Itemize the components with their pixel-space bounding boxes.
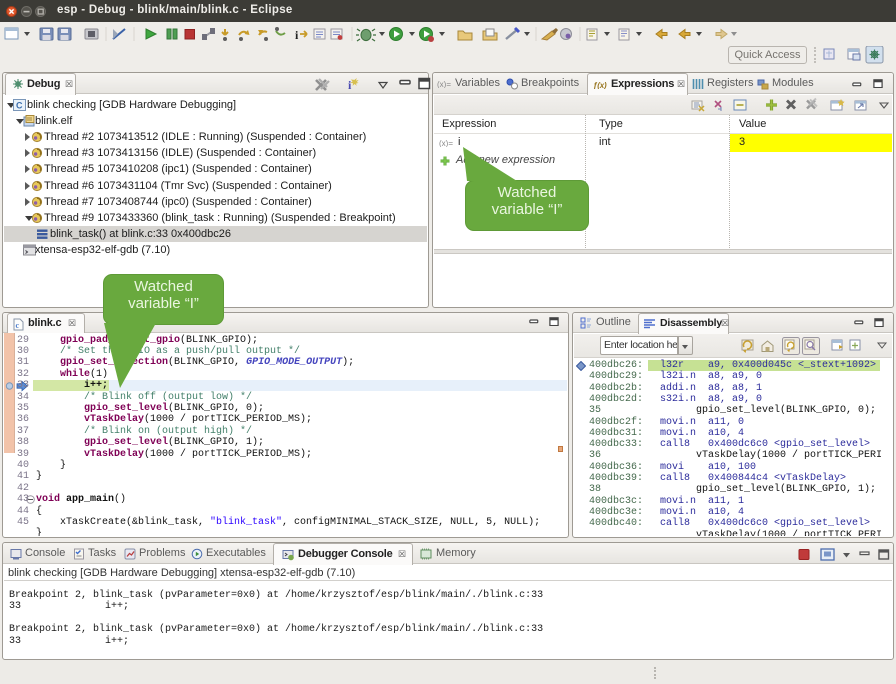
svg-text:i: i: [295, 28, 299, 42]
svg-text:ƒ(x): ƒ(x): [593, 81, 607, 89]
svg-text:(x)=: (x)=: [437, 80, 451, 88]
svg-text:(x)=: (x)=: [439, 139, 453, 147]
svg-text:C: C: [16, 100, 23, 110]
